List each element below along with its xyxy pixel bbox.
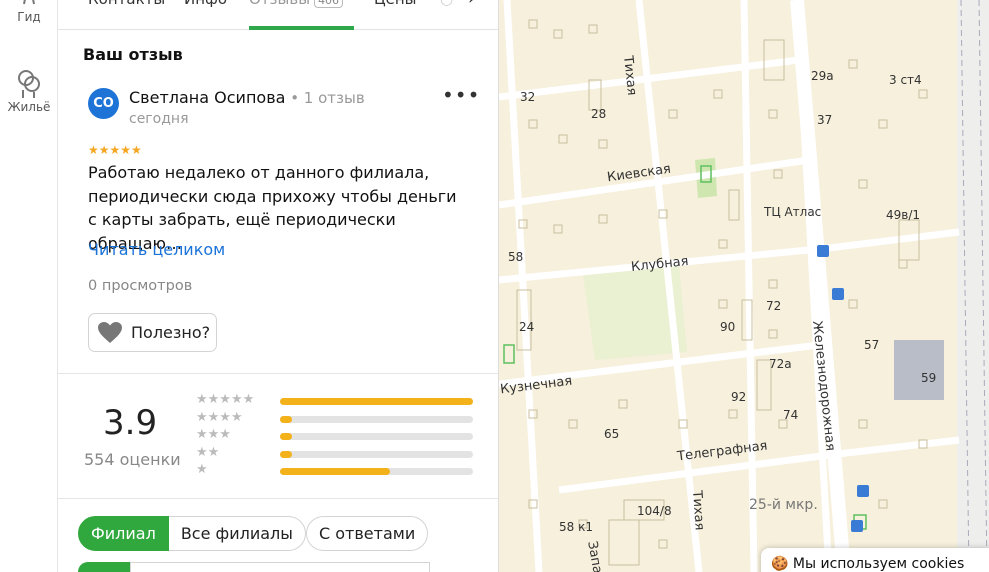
rail-item-housing[interactable]: Жильё <box>0 68 58 114</box>
house-number: 104/8 <box>637 504 672 518</box>
star-icon: ★ <box>196 462 208 477</box>
house-number: 72 <box>766 299 782 313</box>
left-rail: Гид Жильё <box>0 0 58 572</box>
review-author-name: Светлана Осипова <box>129 88 286 107</box>
star-icon: ★★★★ <box>196 409 243 425</box>
house-number: 37 <box>817 113 833 127</box>
district-label: 25-й мкр. <box>749 497 818 513</box>
house-number: 32 <box>520 90 536 104</box>
street-label: Тихая <box>689 490 707 531</box>
star-icon: ★★★ <box>196 427 231 442</box>
your-review-title: Ваш отзыв <box>83 45 183 64</box>
tab-contacts[interactable]: Контакты <box>88 0 165 8</box>
bus-stop-icon[interactable] <box>857 485 869 497</box>
bus-stop-icon[interactable] <box>817 245 829 257</box>
rating-bar-fill <box>280 433 292 440</box>
main-road <box>790 0 851 572</box>
building <box>894 340 944 400</box>
filter-with-answers[interactable]: С ответами <box>306 516 429 551</box>
house-number: 58 к1 <box>559 520 593 534</box>
review-author-meta: • 1 отзыв <box>285 89 365 107</box>
house-number: 28 <box>591 107 607 121</box>
review-stars: ★★★★★ <box>88 143 142 157</box>
cookie-text: Мы используем cookies <box>792 556 965 572</box>
house-number: 65 <box>604 427 620 441</box>
rail-label-guide: Гид <box>17 10 41 24</box>
bus-stop-icon[interactable] <box>832 288 844 300</box>
star-icon: ★★ <box>196 444 220 460</box>
tab-info[interactable]: Инфо <box>184 0 227 8</box>
tabs-next-arrow-icon[interactable]: › <box>468 0 475 9</box>
house-number: 92 <box>731 390 747 404</box>
road <box>740 0 758 572</box>
review-date: сегодня <box>129 111 189 127</box>
useful-button[interactable]: Полезно? <box>88 313 217 352</box>
rating-value: 3.9 <box>103 403 158 443</box>
cookie-icon: 🍪 <box>771 556 789 572</box>
tab-scroll-fade: ○ <box>440 0 453 8</box>
tab-bar: Контакты Инфо Отзывы 406 Цены ○ › <box>58 0 498 30</box>
road <box>503 0 543 572</box>
house-number: 58 <box>508 250 524 264</box>
rail-item-guide[interactable]: Гид <box>0 0 58 24</box>
cookie-notice[interactable]: 🍪 Мы используем cookies <box>761 548 989 572</box>
rating-count: 554 оценки <box>84 450 181 469</box>
guide-icon <box>23 0 35 5</box>
house-number: 90 <box>720 320 736 334</box>
house-number: 59 <box>921 371 937 385</box>
rating-bar-track <box>280 433 473 440</box>
rating-bar-fill <box>280 468 390 475</box>
sort-control-partial[interactable] <box>130 562 430 572</box>
rating-bar-fill <box>280 398 473 405</box>
divider <box>58 498 498 499</box>
tab-reviews[interactable]: Отзывы 406 <box>249 0 344 8</box>
map[interactable]: Тихая Киевская Клубная Кузнечная Телегра… <box>499 0 989 572</box>
branch-filter-group: Филиал Все филиалы <box>78 516 306 551</box>
house-number: 24 <box>519 320 535 334</box>
useful-label: Полезно? <box>131 323 211 342</box>
road <box>828 436 960 459</box>
more-options-icon[interactable]: ••• <box>442 85 479 110</box>
house-number: 72а <box>769 357 792 371</box>
tab-prices[interactable]: Цены <box>374 0 417 8</box>
review-author[interactable]: Светлана Осипова • 1 отзыв <box>129 88 365 107</box>
sort-chip-partial[interactable] <box>78 562 130 572</box>
rail-label-housing: Жильё <box>7 100 51 114</box>
house-number: 29а <box>811 69 834 83</box>
poi-label[interactable]: ТЦ Атлас <box>764 205 821 219</box>
star-icon: ★★★★★ <box>196 392 255 407</box>
house-number: 49в/1 <box>886 208 921 222</box>
divider <box>58 373 498 374</box>
housing-icon <box>18 70 40 98</box>
house-number: 3 ст4 <box>889 73 922 87</box>
rating-bar-fill <box>280 415 292 423</box>
bus-stop-icon[interactable] <box>851 520 863 532</box>
organization-panel: Контакты Инфо Отзывы 406 Цены ○ › Ваш отз… <box>58 0 499 572</box>
rating-bar-track <box>280 415 473 423</box>
avatar: СО <box>88 88 119 119</box>
filter-all-branches[interactable]: Все филиалы <box>168 516 306 551</box>
rating-bar-fill <box>280 450 292 458</box>
house-number: 74 <box>783 408 799 422</box>
rating-bar-track <box>280 450 473 458</box>
tab-reviews-count: 406 <box>314 0 344 8</box>
rating-bar-track <box>280 468 473 475</box>
review-views: 0 просмотров <box>88 278 193 294</box>
heart-icon <box>98 321 122 343</box>
filter-branch[interactable]: Филиал <box>78 516 169 551</box>
house-number: 57 <box>864 338 880 352</box>
read-more-link[interactable]: Читать целиком <box>88 240 225 259</box>
road <box>828 228 960 252</box>
rating-bar-track <box>280 398 473 405</box>
tab-reviews-label: Отзывы <box>249 0 310 8</box>
tab-active-indicator <box>249 26 354 30</box>
